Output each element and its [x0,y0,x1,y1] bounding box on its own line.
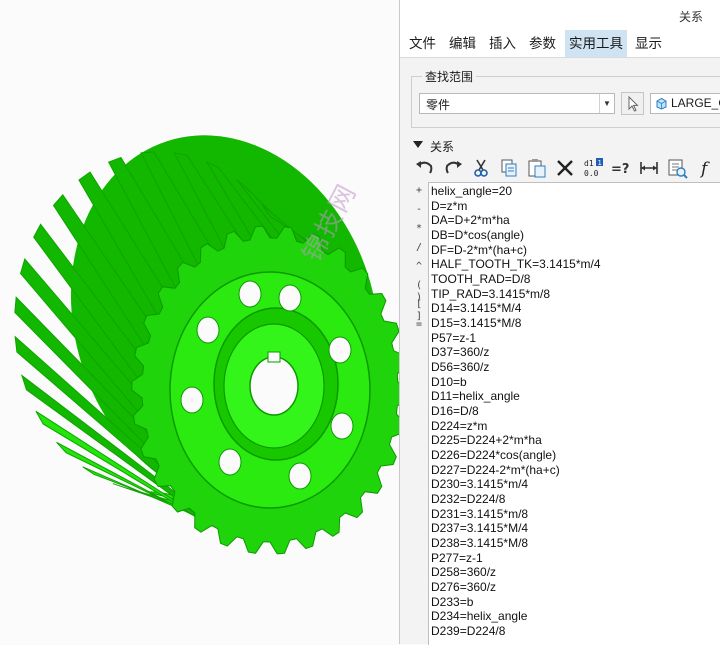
gear-hole [288,462,312,490]
relation-line[interactable]: DA=D+2*m*ha [431,213,601,228]
relations-editor[interactable]: helix_angle=20 D=z*m DA=D+2*m*ha DB=D*cos(a… [428,182,720,645]
svg-text:0.0: 0.0 [584,169,599,178]
relations-section-label: 关系 [430,140,455,154]
relation-line[interactable]: D237=3.1415*M/4 [431,521,601,536]
chevron-down-icon: ▼ [599,94,614,113]
relation-line[interactable]: D11=helix_angle [431,389,601,404]
operator-plus[interactable]: + [412,185,426,197]
relation-line[interactable]: D226=D224*cos(angle) [431,448,601,463]
model-viewport[interactable]: 锦技网 [0,0,400,644]
relation-line[interactable]: D15=3.1415*M/8 [431,316,601,331]
gear-hole [238,280,262,308]
gear-hole [180,386,204,414]
model-name: LARGE_G [671,96,720,110]
collapse-triangle-icon[interactable] [413,141,423,148]
undo-icon[interactable] [413,156,437,180]
delete-icon[interactable] [553,156,577,180]
helical-gear-model[interactable] [0,0,400,644]
menu-utilities[interactable]: 实用工具 [565,30,627,57]
relation-line[interactable]: D230=3.1415*m/4 [431,477,601,492]
relation-line[interactable]: D276=360/z [431,580,601,595]
gear-keyway [267,351,281,363]
evaluate-icon[interactable]: =? [609,156,633,180]
model-name-field[interactable]: LARGE_G [650,93,720,114]
relation-line[interactable]: D14=3.1415*M/4 [431,301,601,316]
relation-line[interactable]: D224=z*m [431,419,601,434]
gear-hole [218,448,242,476]
gear-hole [278,284,302,312]
part-icon [656,97,667,110]
cursor-arrow-icon [628,95,639,112]
menu-insert[interactable]: 插入 [485,30,520,57]
operator-multiply[interactable]: * [412,223,426,235]
menu-edit[interactable]: 编辑 [445,30,480,57]
gear-hole [196,316,220,344]
function-text: f [699,159,710,179]
relation-line[interactable]: D=z*m [431,199,601,214]
scope-type-value: 零件 [426,98,451,112]
operator-divide[interactable]: / [412,242,426,254]
gear-bore [249,356,299,416]
relations-lines: helix_angle=20 D=z*m DA=D+2*m*ha DB=D*cos(a… [431,184,601,639]
relation-line[interactable]: D238=3.1415*M/8 [431,536,601,551]
relation-line[interactable]: D10=b [431,375,601,390]
relation-line[interactable]: P277=z-1 [431,551,601,566]
title-bar[interactable]: 关系 [400,0,720,30]
relation-line[interactable]: TIP_RAD=3.1415*m/8 [431,287,601,302]
relation-line[interactable]: TOOTH_RAD=D/8 [431,272,601,287]
evaluate-text: =? [611,162,629,177]
select-button[interactable] [621,92,644,115]
relation-line[interactable]: D239=D224/8 [431,624,601,639]
relation-line[interactable]: P57=z-1 [431,331,601,346]
relation-line[interactable]: D16=D/8 [431,404,601,419]
paste-icon[interactable] [525,156,549,180]
relation-line[interactable]: D258=360/z [431,565,601,580]
look-in-label: 查找范围 [422,68,477,85]
relation-line[interactable]: D234=helix_angle [431,609,601,624]
toggle-display-icon[interactable]: d1 0.0 1 [581,156,605,180]
menu-bar: 文件 编辑 插入 参数 实用工具 显示 [400,30,720,58]
relation-line[interactable]: helix_angle=20 [431,184,601,199]
menu-file[interactable]: 文件 [405,30,440,57]
gear-hole [328,336,352,364]
operator-palette: + - * / ^ ( ) [ ] = [412,182,426,642]
relations-dialog: 关系 文件 编辑 插入 参数 实用工具 显示 查找范围 零件 ▼ LARGE_G [399,0,720,645]
redo-icon[interactable] [441,156,465,180]
window-title: 关系 [678,10,703,24]
operator-minus[interactable]: - [412,204,426,216]
relation-line[interactable]: D56=360/z [431,360,601,375]
copy-icon[interactable] [497,156,521,180]
look-in-group: 查找范围 零件 ▼ LARGE_G [411,68,720,128]
relations-toolbar: d1 0.0 1 =? f [412,156,720,182]
relation-line[interactable]: DB=D*cos(angle) [431,228,601,243]
sort-icon[interactable] [665,156,689,180]
relation-line[interactable]: D233=b [431,595,601,610]
relation-line[interactable]: D227=D224-2*m*(ha+c) [431,463,601,478]
scope-type-select[interactable]: 零件 ▼ [419,93,615,114]
menu-display[interactable]: 显示 [631,30,666,57]
operator-equals[interactable]: = [412,319,426,331]
operator-power[interactable]: ^ [412,261,426,273]
function-icon[interactable]: f [695,156,719,180]
relation-line[interactable]: D232=D224/8 [431,492,601,507]
cut-icon[interactable] [469,156,493,180]
gear-hole [330,412,354,440]
relation-line[interactable]: D225=D224+2*m*ha [431,433,601,448]
svg-text:d1: d1 [584,159,594,168]
relation-line[interactable]: DF=D-2*m*(ha+c) [431,243,601,258]
svg-text:1: 1 [598,159,602,167]
relation-line[interactable]: D37=360/z [431,345,601,360]
relation-line[interactable]: HALF_TOOTH_TK=3.1415*m/4 [431,257,601,272]
menu-parameters[interactable]: 参数 [525,30,560,57]
relation-line[interactable]: D231=3.1415*m/8 [431,507,601,522]
insert-dimension-icon[interactable] [637,156,661,180]
